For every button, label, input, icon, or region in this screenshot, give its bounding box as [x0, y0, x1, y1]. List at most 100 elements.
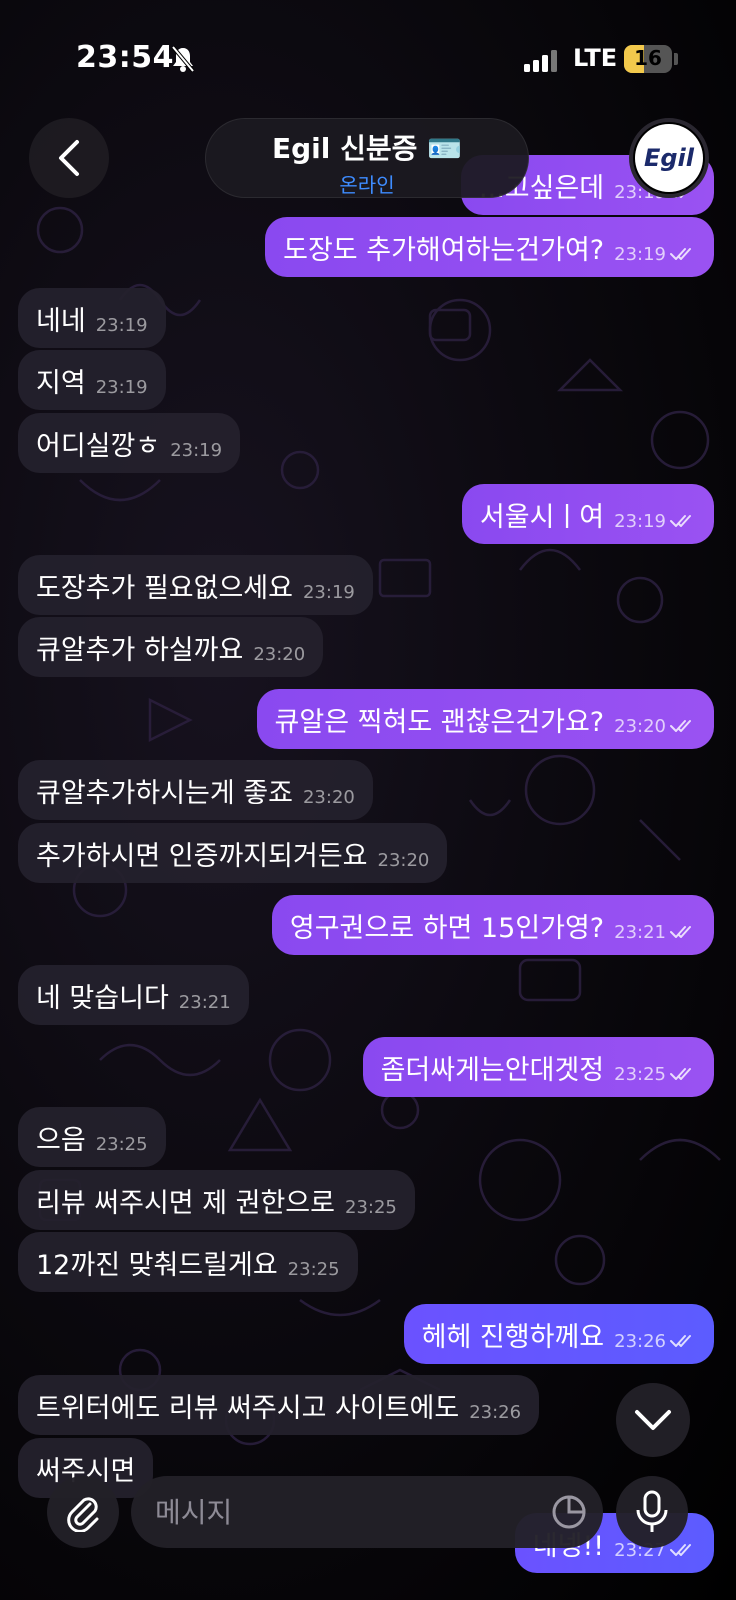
message-text: 좀더싸게는안대겟정: [380, 1054, 605, 1086]
outgoing-message[interactable]: 서울시ㅣ여 23:19: [461, 484, 714, 544]
chevron-down-icon: [635, 1410, 671, 1430]
voice-button[interactable]: [616, 1476, 688, 1548]
message-time: 23:26: [469, 1401, 522, 1423]
outgoing-message[interactable]: 좀더싸게는안대겟정 23:25: [362, 1037, 714, 1097]
back-button[interactable]: [29, 118, 109, 198]
message-meta: 23:26: [469, 1402, 521, 1423]
read-checks-icon: [666, 925, 696, 939]
message-text: 큐알추가 하실까요: [36, 634, 244, 666]
battery-cap: [674, 53, 678, 65]
message-time: 23:19: [170, 439, 223, 461]
read-checks-icon: [666, 1067, 696, 1081]
incoming-message[interactable]: 지역 23:19: [18, 350, 166, 410]
message-time: 23:21: [614, 921, 666, 943]
incoming-message[interactable]: 네 맞습니다 23:21: [18, 965, 249, 1025]
microphone-icon: [636, 1490, 668, 1532]
message-input[interactable]: [155, 1495, 515, 1529]
battery-level: 16: [634, 46, 662, 70]
message-text: 도장도 추가해여하는건가여?: [283, 234, 605, 266]
outgoing-message[interactable]: 도장도 추가해여하는건가여? 23:19: [265, 217, 714, 277]
message-time: 23:19: [302, 581, 355, 603]
message-text: 트위터에도 리뷰 써주시고 사이트에도: [36, 1392, 460, 1424]
signal-icon: [524, 50, 557, 72]
message-time: 23:20: [614, 715, 666, 737]
incoming-message[interactable]: 큐알추가 하실까요 23:20: [18, 617, 324, 677]
online-status: 온라인: [339, 173, 395, 197]
message-time: 23:26: [614, 1330, 666, 1352]
read-checks-icon: [666, 1334, 696, 1348]
message-text: 큐알은 찍혀도 괜찮은건가요?: [274, 706, 605, 738]
message-time: 23:19: [95, 376, 148, 398]
scroll-down-button[interactable]: [616, 1383, 690, 1457]
message-input-bar[interactable]: [131, 1476, 603, 1548]
read-checks-icon: [666, 1543, 696, 1557]
status-bar: 23:54 LTE 16: [0, 0, 736, 120]
message-meta: 23:19: [303, 582, 355, 603]
read-checks-icon: [666, 247, 696, 261]
message-time: 23:20: [377, 849, 430, 871]
message-text: 서울시ㅣ여: [479, 501, 605, 533]
bell-slash-icon: [171, 45, 195, 73]
message-meta: 23:20: [253, 644, 305, 665]
message-text: 어디실깡ㅎ: [36, 430, 161, 462]
message-meta: 23:25: [345, 1197, 397, 1218]
message-meta: 23:19: [614, 511, 696, 532]
paperclip-icon: [67, 1497, 99, 1532]
message-time: 23:21: [178, 991, 231, 1013]
message-meta: 23:25: [288, 1259, 340, 1280]
sticker-icon[interactable]: [551, 1494, 587, 1530]
avatar-logo: Egil: [635, 124, 703, 192]
message-text: 으음: [36, 1124, 86, 1156]
message-meta: 23:21: [614, 922, 696, 943]
message-text: 네네: [36, 305, 86, 337]
incoming-message[interactable]: 트위터에도 리뷰 써주시고 사이트에도 23:26: [18, 1375, 540, 1435]
message-meta: 23:20: [614, 716, 696, 737]
incoming-message[interactable]: 12까진 맞춰드릴게요 23:25: [18, 1232, 358, 1292]
incoming-message[interactable]: 네네 23:19: [18, 288, 166, 348]
incoming-message[interactable]: 도장추가 필요없으세요 23:19: [18, 555, 373, 615]
message-text: 영구권으로 하면 15인가영?: [289, 912, 605, 944]
message-text: 추가하시면 인증까지되거든요: [36, 840, 368, 872]
message-time: 23:25: [287, 1258, 340, 1280]
message-text: 큐알추가하시는게 좋죠: [36, 777, 293, 809]
message-time: 23:20: [302, 786, 355, 808]
message-text: 지역: [36, 367, 86, 399]
incoming-message[interactable]: 추가하시면 인증까지되거든요 23:20: [18, 823, 448, 883]
outgoing-message[interactable]: 헤헤 진행하께요 23:26: [403, 1304, 714, 1364]
message-meta: 23:20: [303, 787, 355, 808]
message-text: 리뷰 써주시면 제 권한으로: [36, 1187, 335, 1219]
message-time: 23:19: [614, 510, 666, 532]
message-text: 12까진 맞춰드릴게요: [36, 1249, 278, 1281]
outgoing-message[interactable]: 큐알은 찍혀도 괜찮은건가요? 23:20: [256, 689, 714, 749]
message-meta: 23:19: [96, 377, 148, 398]
incoming-message[interactable]: 으음 23:25: [18, 1107, 166, 1167]
incoming-message[interactable]: 리뷰 써주시면 제 권한으로 23:25: [18, 1170, 415, 1230]
attach-button[interactable]: [47, 1476, 119, 1548]
incoming-message[interactable]: 어디실깡ㅎ 23:19: [18, 413, 241, 473]
message-time: 23:20: [253, 643, 306, 665]
message-time: 23:25: [345, 1196, 397, 1218]
avatar[interactable]: Egil: [629, 118, 709, 198]
status-time: 23:54: [76, 40, 174, 75]
network-type: LTE: [573, 44, 618, 72]
message-meta: 23:19: [170, 440, 222, 461]
chat-title[interactable]: Egil 신분증 🪪 온라인: [205, 118, 529, 198]
incoming-message[interactable]: 큐알추가하시는게 좋죠 23:20: [18, 760, 373, 820]
message-text: 헤헤 진행하께요: [421, 1321, 605, 1353]
message-meta: 23:20: [378, 850, 430, 871]
message-time: 23:25: [95, 1133, 148, 1155]
message-meta: 23:26: [614, 1331, 696, 1352]
chevron-left-icon: [59, 140, 79, 176]
battery-indicator: 16: [624, 45, 672, 73]
message-text: 도장추가 필요없으세요: [36, 572, 293, 604]
message-time: 23:19: [95, 314, 148, 336]
contact-name: Egil 신분증 🪪: [271, 132, 462, 165]
read-checks-icon: [666, 514, 696, 528]
message-time: 23:19: [614, 243, 666, 265]
message-meta: 23:19: [614, 244, 696, 265]
message-time: 23:25: [614, 1063, 666, 1085]
read-checks-icon: [666, 719, 696, 733]
outgoing-message[interactable]: 영구권으로 하면 15인가영? 23:21: [271, 895, 714, 955]
message-meta: 23:19: [96, 315, 148, 336]
message-meta: 23:25: [614, 1064, 696, 1085]
